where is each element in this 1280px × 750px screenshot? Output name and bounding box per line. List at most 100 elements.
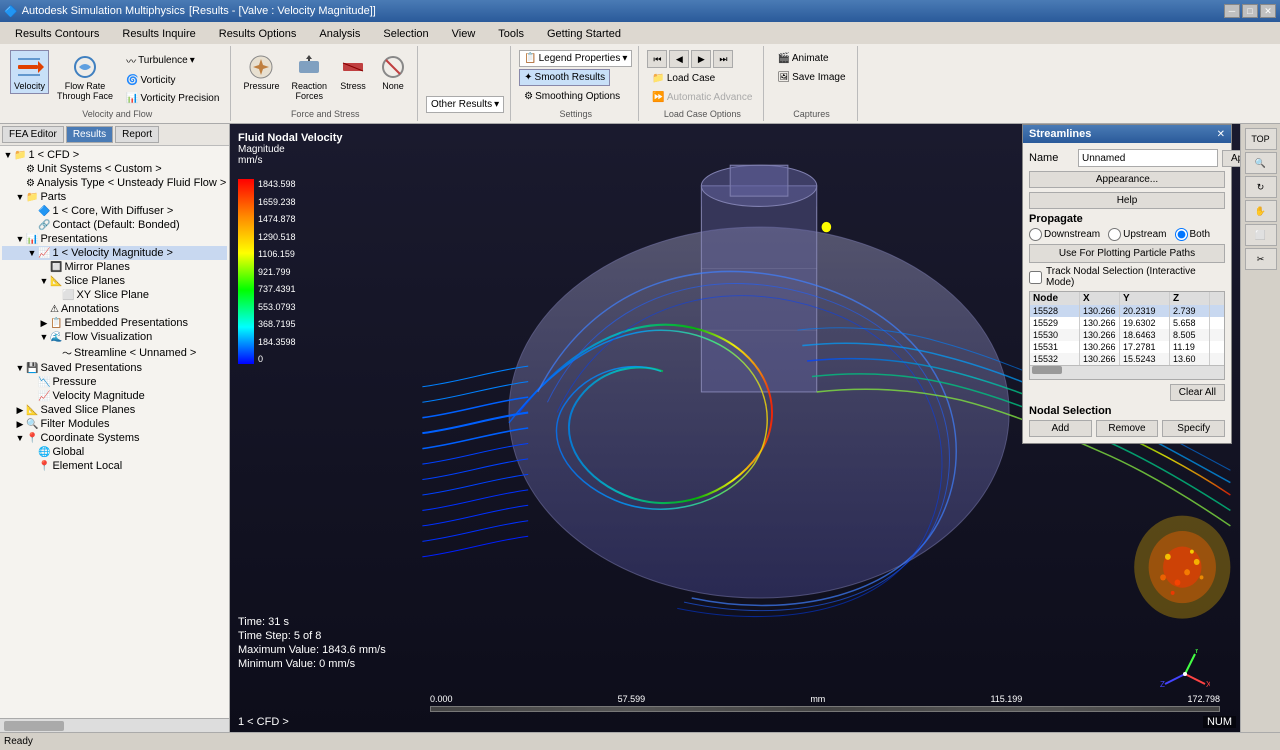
close-btn[interactable]: ✕: [1260, 4, 1276, 18]
btn-save-image[interactable]: 🖼 Save Image: [772, 69, 850, 86]
sidebar-section-btn[interactable]: ✂: [1245, 248, 1277, 270]
btn-vorticity-precision[interactable]: 📊 Vorticity Precision: [121, 90, 224, 107]
tab-view[interactable]: View: [441, 24, 487, 44]
btn-none[interactable]: None: [375, 50, 411, 94]
btn-smoothing-options[interactable]: ⚙ Smoothing Options: [519, 88, 625, 105]
table-scrollbar[interactable]: [1030, 365, 1224, 379]
toggle-filter[interactable]: ▶: [14, 419, 26, 430]
btn-velocity[interactable]: Velocity: [10, 50, 49, 94]
tab-fea-editor[interactable]: FEA Editor: [2, 126, 64, 143]
btn-pressure[interactable]: Pressure: [239, 50, 283, 94]
tab-tools[interactable]: Tools: [487, 24, 535, 44]
table-row-3[interactable]: 15531 130.266 17.2781 11.19: [1030, 341, 1224, 353]
tree-item-slice-planes[interactable]: ▼ 📐 Slice Planes: [2, 274, 227, 288]
btn-play-back[interactable]: ◀: [669, 50, 689, 68]
table-row-0[interactable]: 15528 130.266 20.2319 2.739: [1030, 305, 1224, 317]
btn-other-results[interactable]: Other Results ▾: [426, 96, 504, 113]
toggle-cfd[interactable]: ▼: [2, 150, 14, 160]
btn-animate[interactable]: 🎬 Animate: [772, 50, 833, 67]
clear-all-btn[interactable]: Clear All: [1170, 384, 1225, 401]
tree-item-saved-presentations[interactable]: ▼ 💾 Saved Presentations: [2, 361, 227, 375]
btn-stress[interactable]: Stress: [335, 50, 371, 94]
btn-turbulence[interactable]: 〰 Turbulence ▾: [121, 50, 224, 71]
btn-vorticity[interactable]: 🌀 Vorticity: [121, 72, 224, 89]
tab-report[interactable]: Report: [115, 126, 159, 143]
radio-downstream[interactable]: Downstream: [1029, 228, 1100, 241]
tab-results-options[interactable]: Results Options: [208, 24, 308, 44]
tree-item-analysis-type[interactable]: ⚙ Analysis Type < Unsteady Fluid Flow >: [2, 176, 227, 190]
tree-item-filter-modules[interactable]: ▶ 🔍 Filter Modules: [2, 417, 227, 431]
btn-play-forward[interactable]: ▶: [691, 50, 711, 68]
sidebar-pan-btn[interactable]: ✋: [1245, 200, 1277, 222]
tab-analysis[interactable]: Analysis: [308, 24, 371, 44]
btn-load-case[interactable]: 📁 Load Case: [647, 70, 720, 87]
btn-smooth-results[interactable]: ✦ Smooth Results: [519, 69, 610, 86]
tree-item-core[interactable]: 🔷 1 < Core, With Diffuser >: [2, 204, 227, 218]
table-row-2[interactable]: 15530 130.266 18.6463 8.505: [1030, 329, 1224, 341]
btn-play-start[interactable]: ⏮: [647, 50, 667, 68]
viewport[interactable]: Fluid Nodal Velocity Magnitude mm/s 1843…: [230, 124, 1240, 732]
streamlines-close-btn[interactable]: ✕: [1217, 129, 1225, 140]
toggle-velocity-mag[interactable]: ▼: [26, 248, 38, 258]
tab-results-contours[interactable]: Results Contours: [4, 24, 110, 44]
toggle-coord[interactable]: ▼: [14, 433, 26, 443]
tree-item-coord-systems[interactable]: ▼ 📍 Coordinate Systems: [2, 431, 227, 445]
tree-item-xy-slice[interactable]: ⬜ XY Slice Plane: [2, 288, 227, 302]
toggle-saved-slice[interactable]: ▶: [14, 405, 26, 416]
sidebar-rotate-btn[interactable]: ↻: [1245, 176, 1277, 198]
tree-item-global[interactable]: 🌐 Global: [2, 445, 227, 459]
minimize-btn[interactable]: ─: [1224, 4, 1240, 18]
legend-val-5: 921.799: [258, 267, 296, 277]
toggle-flow-vis[interactable]: ▼: [38, 332, 50, 342]
tree-item-parts[interactable]: ▼ 📁 Parts: [2, 190, 227, 204]
ribbon-tabs: Results Contours Results Inquire Results…: [0, 22, 1280, 44]
specify-btn[interactable]: Specify: [1162, 420, 1225, 437]
toggle-embedded[interactable]: ▶: [38, 318, 50, 329]
sidebar-zoom-btn[interactable]: 🔍: [1245, 152, 1277, 174]
btn-legend-properties[interactable]: 📋 Legend Properties ▾: [519, 50, 632, 67]
tree-item-unit-systems[interactable]: ⚙ Unit Systems < Custom >: [2, 162, 227, 176]
tree-item-presentations[interactable]: ▼ 📊 Presentations: [2, 232, 227, 246]
tab-results[interactable]: Results: [66, 126, 113, 143]
sidebar-fit-btn[interactable]: ⬜: [1245, 224, 1277, 246]
panel-scrollbar[interactable]: [0, 718, 229, 732]
help-btn[interactable]: Help: [1029, 192, 1225, 209]
toggle-parts[interactable]: ▼: [14, 192, 26, 202]
toggle-slice-planes[interactable]: ▼: [38, 276, 50, 286]
tree-item-embedded-presentations[interactable]: ▶ 📋 Embedded Presentations: [2, 316, 227, 330]
tree-item-cfd[interactable]: ▼ 📁 1 < CFD >: [2, 148, 227, 162]
btn-play-end[interactable]: ⏭: [713, 50, 733, 68]
name-input[interactable]: [1078, 149, 1218, 167]
toggle-presentations[interactable]: ▼: [14, 234, 26, 244]
tree-item-velocity-mag-saved[interactable]: 📈 Velocity Magnitude: [2, 389, 227, 403]
tree-item-annotations[interactable]: ⚠ Annotations: [2, 302, 227, 316]
tree-item-velocity-mag[interactable]: ▼ 📈 1 < Velocity Magnitude >: [2, 246, 227, 260]
toggle-saved[interactable]: ▼: [14, 363, 26, 373]
maximize-btn[interactable]: □: [1242, 4, 1258, 18]
appearance-btn[interactable]: Appearance...: [1029, 171, 1225, 188]
particle-paths-btn[interactable]: Use For Plotting Particle Paths: [1029, 244, 1225, 263]
tree-item-streamline[interactable]: 〜 Streamline < Unnamed >: [2, 344, 227, 361]
table-row-1[interactable]: 15529 130.266 19.6302 5.658: [1030, 317, 1224, 329]
btn-reaction-forces[interactable]: ReactionForces: [287, 50, 331, 104]
add-btn[interactable]: Add: [1029, 420, 1092, 437]
core-icon: 🔷: [38, 206, 50, 217]
remove-btn[interactable]: Remove: [1096, 420, 1159, 437]
apply-btn[interactable]: Apply: [1222, 150, 1240, 167]
radio-both[interactable]: Both: [1175, 228, 1211, 241]
sidebar-top-btn[interactable]: TOP: [1245, 128, 1277, 150]
tree-item-pressure[interactable]: 📉 Pressure: [2, 375, 227, 389]
table-row-4[interactable]: 15532 130.266 15.5243 13.60: [1030, 353, 1224, 365]
tree-item-flow-vis[interactable]: ▼ 🌊 Flow Visualization: [2, 330, 227, 344]
track-nodal-checkbox[interactable]: [1029, 271, 1042, 284]
tree-item-mirror-planes[interactable]: 🔲 Mirror Planes: [2, 260, 227, 274]
tree-item-saved-slice[interactable]: ▶ 📐 Saved Slice Planes: [2, 403, 227, 417]
radio-upstream[interactable]: Upstream: [1108, 228, 1166, 241]
tab-selection[interactable]: Selection: [372, 24, 439, 44]
tab-getting-started[interactable]: Getting Started: [536, 24, 632, 44]
tree-item-element-local[interactable]: 📍 Element Local: [2, 459, 227, 473]
tab-results-inquire[interactable]: Results Inquire: [111, 24, 206, 44]
tree-item-contact[interactable]: 🔗 Contact (Default: Bonded): [2, 218, 227, 232]
track-nodal-row: Track Nodal Selection (Interactive Mode): [1029, 266, 1225, 288]
btn-flow-rate[interactable]: Flow RateThrough Face: [53, 50, 117, 104]
